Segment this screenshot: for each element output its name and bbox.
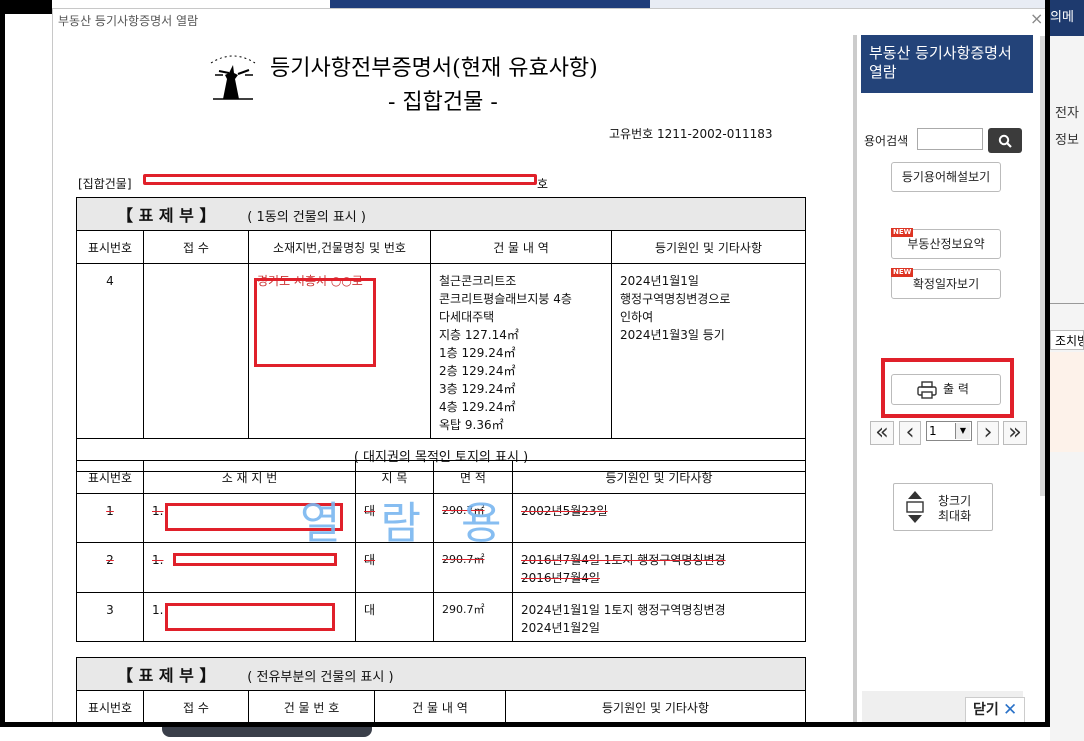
background-button[interactable]: 조치방	[1050, 330, 1084, 350]
background-tab	[162, 727, 372, 737]
screen-frame	[0, 0, 1050, 727]
background-panel	[1050, 352, 1084, 452]
background-header-text: 의메	[1050, 0, 1084, 36]
background-divider	[1050, 303, 1084, 304]
background-text: 정보	[1055, 133, 1079, 148]
background-text: 전자	[1055, 106, 1079, 121]
screen-frame-corner	[0, 0, 52, 14]
